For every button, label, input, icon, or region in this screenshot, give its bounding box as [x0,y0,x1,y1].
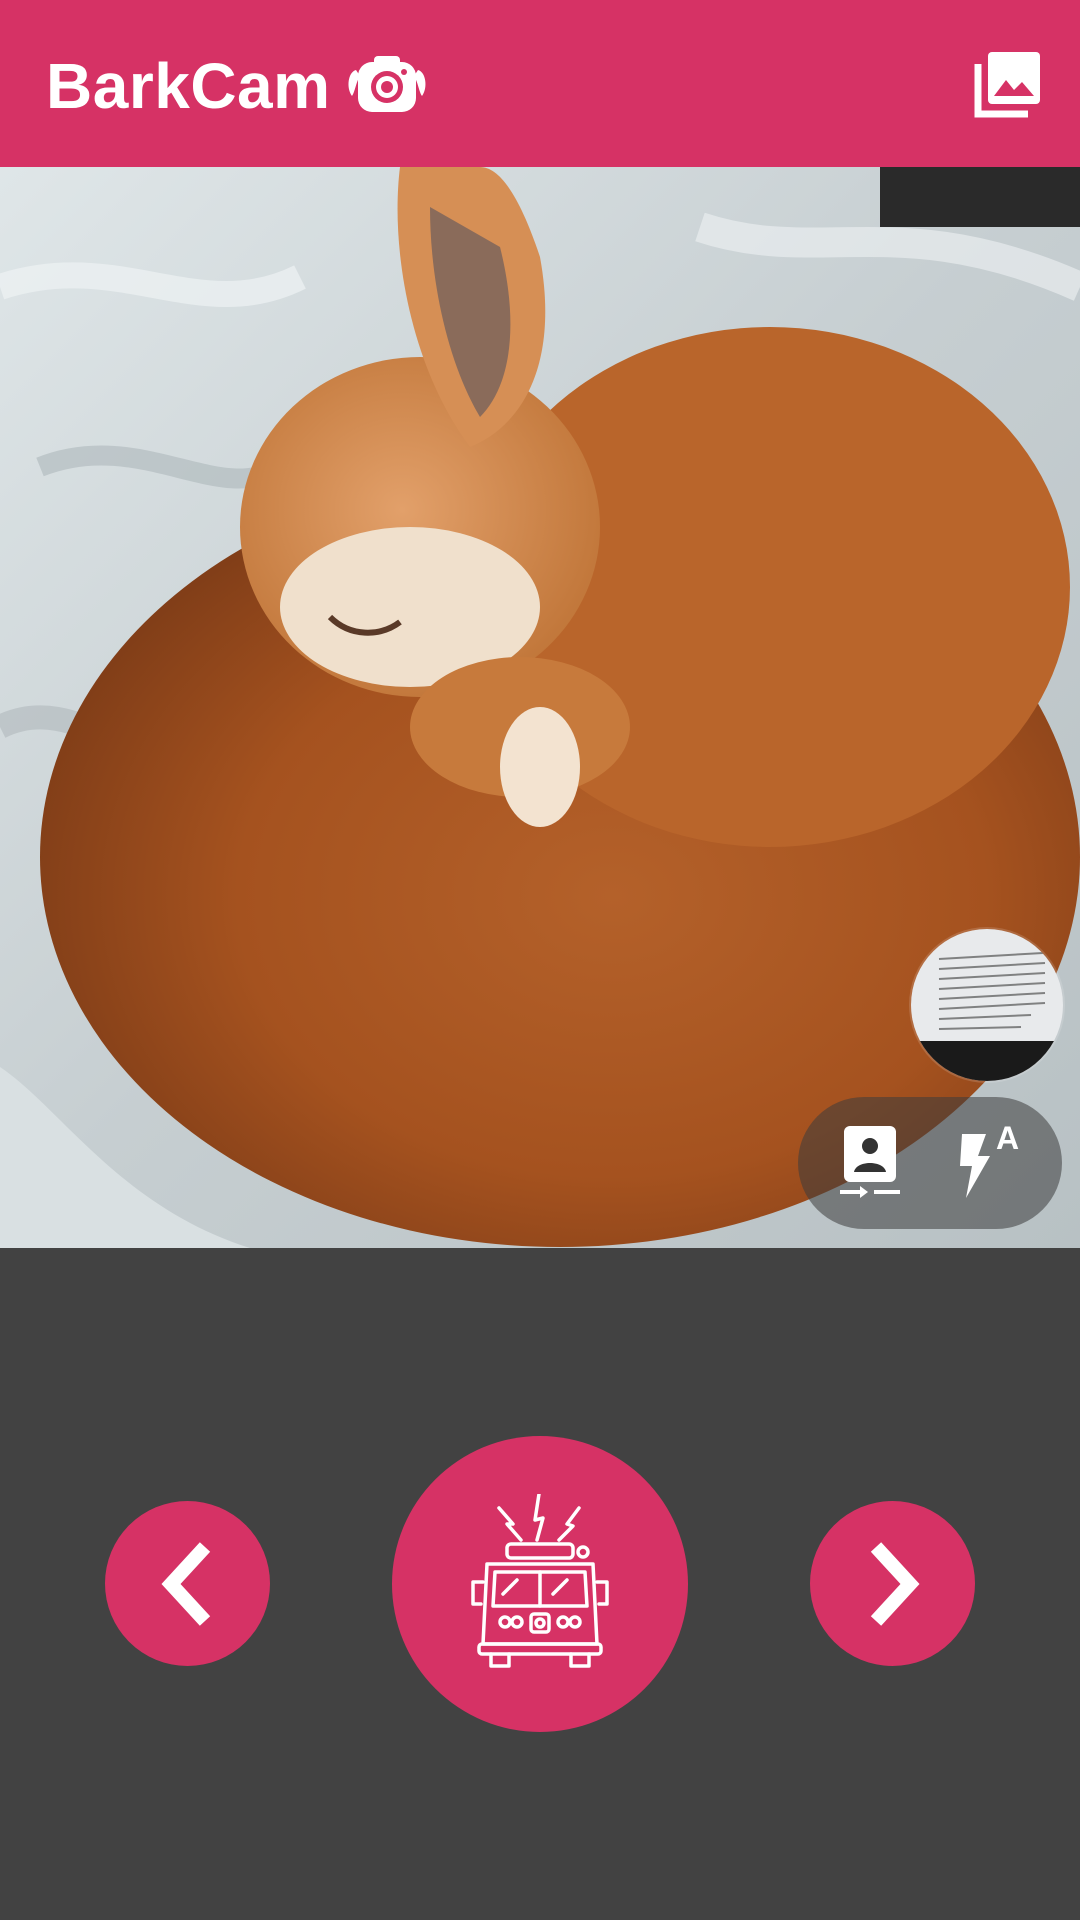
camera-dog-icon [348,56,426,112]
switch-camera-button[interactable] [838,1126,902,1198]
last-photo-thumbnail[interactable] [911,929,1063,1081]
previous-sound-button[interactable] [105,1501,270,1666]
next-sound-button[interactable] [810,1501,975,1666]
app-bar: BarkCam [0,0,1080,167]
thumbnail-image [911,929,1063,1081]
gallery-button[interactable] [972,48,1044,120]
camera-preview[interactable] [0,167,1080,1248]
preview-image [0,167,1080,1248]
app-title: BarkCam [46,50,331,122]
chevron-left-icon [160,1541,210,1626]
flash-mode-button[interactable]: A [956,1120,1026,1198]
chevron-right-icon [870,1541,920,1626]
flash-mode-label: A [996,1120,1020,1156]
fire-truck-siren-icon [471,1494,609,1668]
bark-sound-button[interactable] [392,1436,688,1732]
